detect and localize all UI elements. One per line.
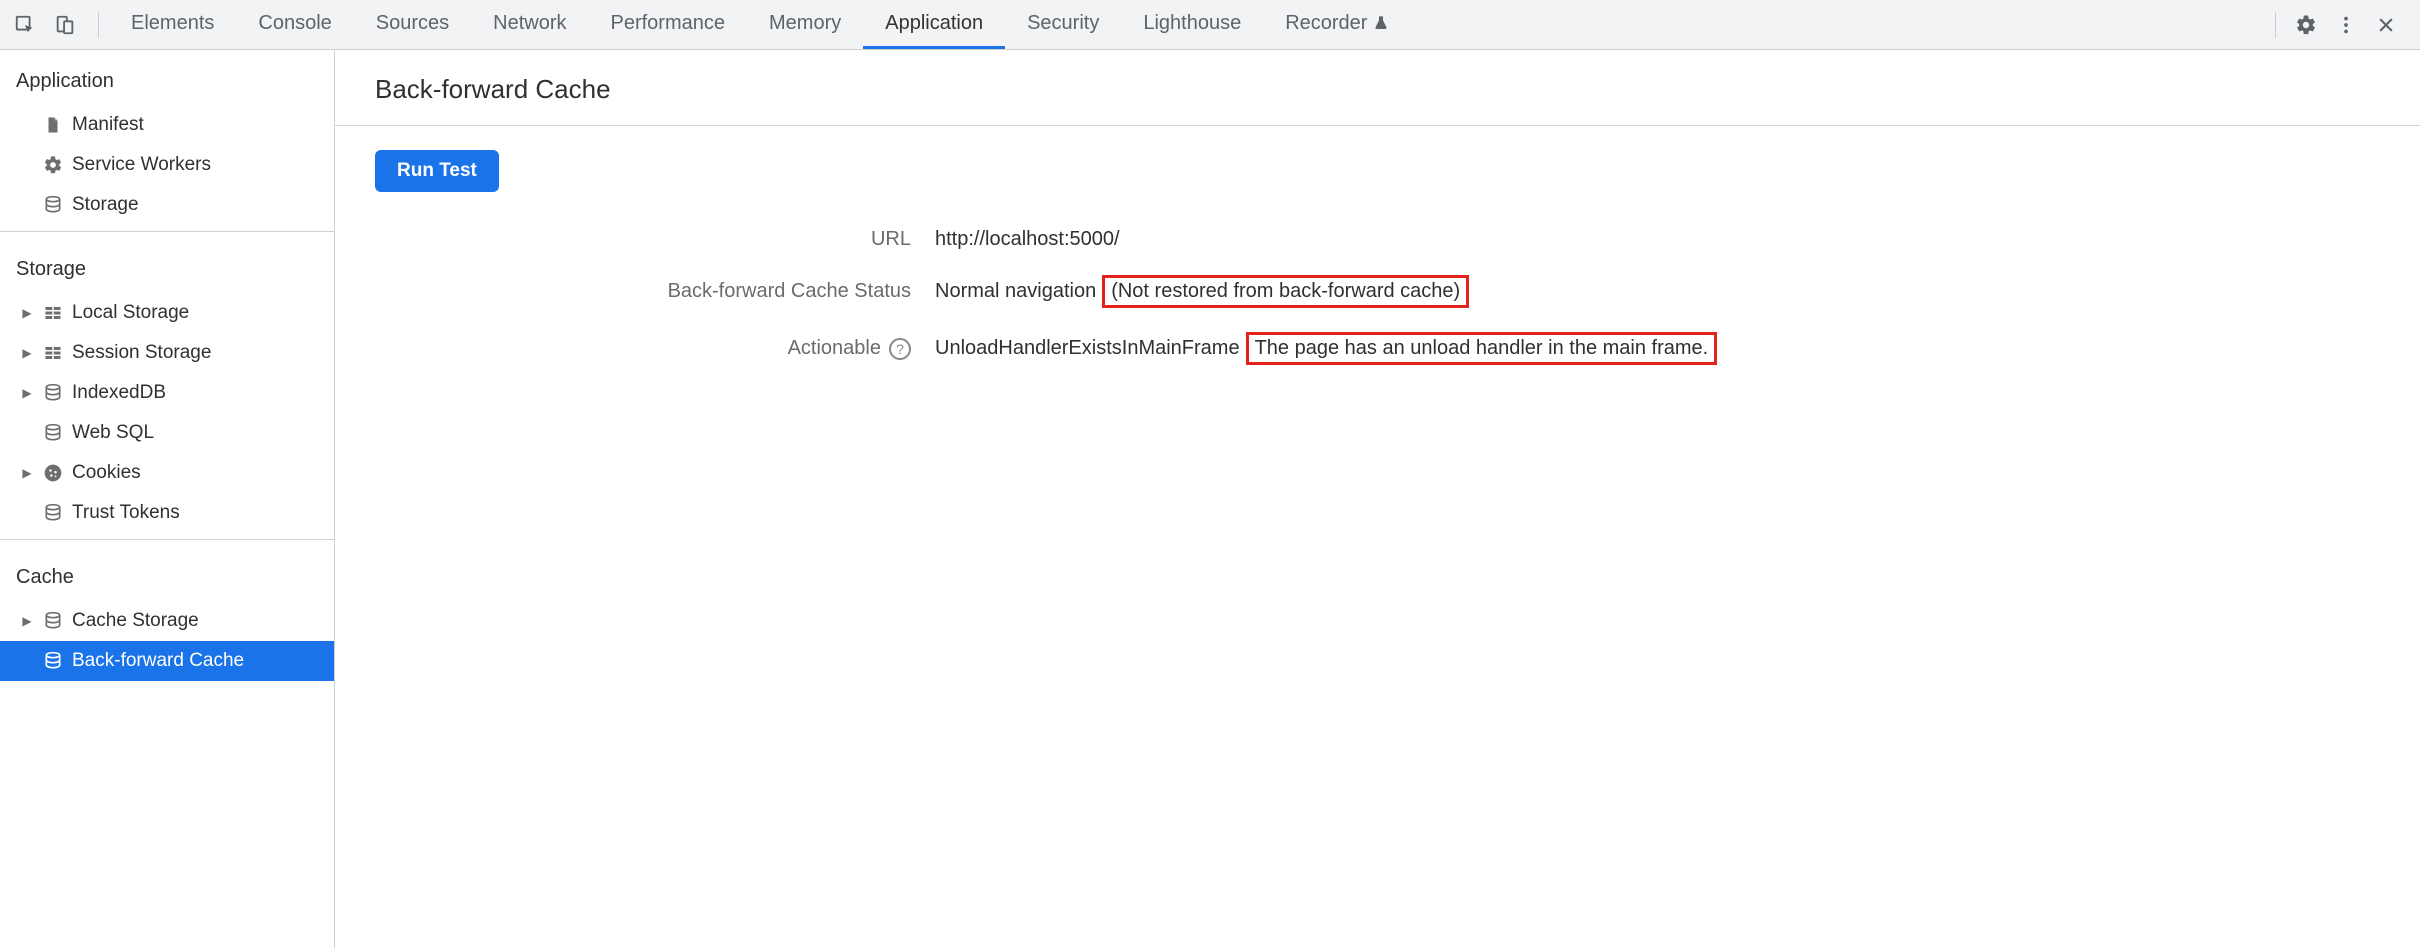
device-toggle-icon[interactable] xyxy=(50,10,80,40)
sidebar-divider xyxy=(0,231,334,232)
table-icon xyxy=(42,342,64,364)
url-value: http://localhost:5000/ xyxy=(935,228,1120,251)
sidebar-item-local-storage[interactable]: ▶ Local Storage xyxy=(0,293,334,333)
flask-icon xyxy=(1373,15,1389,31)
sidebar-item-label: Manifest xyxy=(72,114,144,136)
sidebar-item-label: Trust Tokens xyxy=(72,502,180,524)
content-panel: Back-forward Cache Run Test URL http://l… xyxy=(335,50,2420,948)
sidebar-item-label: Service Workers xyxy=(72,154,211,176)
tab-console[interactable]: Console xyxy=(236,0,353,49)
tab-label: Recorder xyxy=(1285,12,1367,35)
actionable-row: Actionable ? UnloadHandlerExistsInMainFr… xyxy=(375,320,2380,377)
status-plain: Normal navigation xyxy=(935,280,1096,303)
sidebar-item-label: Cache Storage xyxy=(72,610,199,632)
tab-label: Memory xyxy=(769,12,841,35)
sidebar-section-header: Application xyxy=(0,50,334,105)
file-icon xyxy=(42,114,64,136)
tab-label: Security xyxy=(1027,12,1099,35)
expand-arrow-icon[interactable]: ▶ xyxy=(20,614,34,628)
panel-title: Back-forward Cache xyxy=(335,50,2420,126)
close-devtools-icon[interactable] xyxy=(2368,7,2404,43)
tab-label: Elements xyxy=(131,12,214,35)
tab-recorder[interactable]: Recorder xyxy=(1263,0,1411,49)
devtools-tabs: Elements Console Sources Network Performance… xyxy=(109,0,1411,49)
application-sidebar: Application▶Manifest▶Service Workers▶Sto… xyxy=(0,50,335,948)
tab-lighthouse[interactable]: Lighthouse xyxy=(1121,0,1263,49)
actionable-value: UnloadHandlerExistsInMainFrame The page … xyxy=(935,332,1717,365)
database-icon xyxy=(42,194,64,216)
expand-arrow-icon[interactable]: ▶ xyxy=(20,306,34,320)
tab-label: Lighthouse xyxy=(1143,12,1241,35)
sidebar-item-service-workers[interactable]: ▶Service Workers xyxy=(0,145,334,185)
sidebar-item-storage[interactable]: ▶Storage xyxy=(0,185,334,225)
status-value: Normal navigation (Not restored from bac… xyxy=(935,275,1469,308)
database-icon xyxy=(42,422,64,444)
status-highlight: (Not restored from back-forward cache) xyxy=(1102,275,1469,308)
toolbar-divider xyxy=(2275,12,2276,38)
actionable-label: Actionable ? xyxy=(375,337,935,360)
expand-arrow-icon[interactable]: ▶ xyxy=(20,346,34,360)
expand-arrow-icon[interactable]: ▶ xyxy=(20,386,34,400)
status-label: Back-forward Cache Status xyxy=(375,280,935,303)
cookie-icon xyxy=(42,462,64,484)
devtools-toolbar: Elements Console Sources Network Performance… xyxy=(0,0,2420,50)
sidebar-item-indexeddb[interactable]: ▶ IndexedDB xyxy=(0,373,334,413)
tab-label: Network xyxy=(493,12,566,35)
sidebar-item-trust-tokens[interactable]: ▶Trust Tokens xyxy=(0,493,334,533)
tab-application[interactable]: Application xyxy=(863,0,1005,49)
toolbar-divider xyxy=(98,12,99,38)
sidebar-section-header: Cache xyxy=(0,546,334,601)
actionable-code: UnloadHandlerExistsInMainFrame xyxy=(935,337,1240,360)
sidebar-item-label: Web SQL xyxy=(72,422,154,444)
status-row: Back-forward Cache Status Normal navigat… xyxy=(375,263,2380,320)
more-menu-icon[interactable] xyxy=(2328,7,2364,43)
settings-gear-icon[interactable] xyxy=(2288,7,2324,43)
tab-sources[interactable]: Sources xyxy=(354,0,471,49)
database-icon xyxy=(42,650,64,672)
tab-memory[interactable]: Memory xyxy=(747,0,863,49)
url-label: URL xyxy=(375,228,935,251)
tab-performance[interactable]: Performance xyxy=(589,0,748,49)
run-test-button[interactable]: Run Test xyxy=(375,150,499,192)
tab-network[interactable]: Network xyxy=(471,0,588,49)
database-icon xyxy=(42,382,64,404)
tab-elements[interactable]: Elements xyxy=(109,0,236,49)
help-icon[interactable]: ? xyxy=(889,338,911,360)
tab-label: Console xyxy=(258,12,331,35)
sidebar-item-label: Cookies xyxy=(72,462,141,484)
database-icon xyxy=(42,610,64,632)
tab-security[interactable]: Security xyxy=(1005,0,1121,49)
sidebar-item-label: Back-forward Cache xyxy=(72,650,244,672)
sidebar-section-header: Storage xyxy=(0,238,334,293)
table-icon xyxy=(42,302,64,324)
sidebar-item-web-sql[interactable]: ▶Web SQL xyxy=(0,413,334,453)
sidebar-item-session-storage[interactable]: ▶ Session Storage xyxy=(0,333,334,373)
url-row: URL http://localhost:5000/ xyxy=(375,216,2380,263)
inspect-element-icon[interactable] xyxy=(10,10,40,40)
sidebar-item-cookies[interactable]: ▶ Cookies xyxy=(0,453,334,493)
database-icon xyxy=(42,502,64,524)
sidebar-item-manifest[interactable]: ▶Manifest xyxy=(0,105,334,145)
tab-label: Performance xyxy=(611,12,726,35)
actionable-desc: The page has an unload handler in the ma… xyxy=(1246,332,1718,365)
sidebar-item-back-forward-cache[interactable]: ▶Back-forward Cache xyxy=(0,641,334,681)
sidebar-item-cache-storage[interactable]: ▶ Cache Storage xyxy=(0,601,334,641)
sidebar-item-label: Storage xyxy=(72,194,139,216)
sidebar-item-label: Session Storage xyxy=(72,342,211,364)
expand-arrow-icon[interactable]: ▶ xyxy=(20,466,34,480)
sidebar-item-label: IndexedDB xyxy=(72,382,166,404)
sidebar-divider xyxy=(0,539,334,540)
sidebar-item-label: Local Storage xyxy=(72,302,189,324)
tab-label: Application xyxy=(885,12,983,35)
tab-label: Sources xyxy=(376,12,449,35)
gear-icon xyxy=(42,154,64,176)
